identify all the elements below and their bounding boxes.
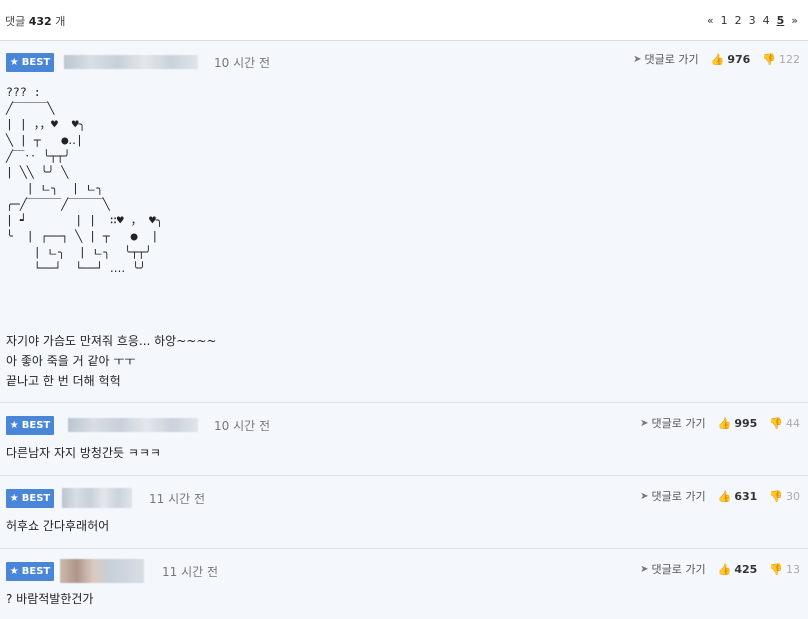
comment-line: 아 좋아 죽을 거 같아 ㅜㅜ: [6, 354, 136, 368]
ascii-art: ??? : ╱￣￣￣╲ | | ，，♥ ♥╮ ╲ | ┬ ●‥| ╱￣‥ ╰┬┬…: [6, 85, 163, 275]
reply-link[interactable]: ➤ 댓글로 가기: [633, 51, 699, 67]
reply-label: 댓글로 가기: [651, 417, 706, 430]
comment-actions: ➤ 댓글로 가기 👍 425 👎 13: [640, 561, 800, 577]
upvote-count: 976: [727, 52, 751, 66]
star-icon: ★: [9, 566, 19, 577]
best-badge-label: BEST: [21, 493, 51, 504]
thumbs-up-icon: 👍: [717, 562, 732, 576]
comment-time: 10 시간 전: [214, 56, 271, 70]
comment-item: ★ BEST 10 시간 전 ➤ 댓글로 가기 👍 976 👎 122 ??? …: [0, 41, 808, 403]
best-badge: ★ BEST: [6, 416, 54, 435]
downvote-count: 122: [779, 52, 800, 66]
upvote-count: 631: [734, 489, 758, 503]
thumbs-up-icon: 👍: [717, 489, 732, 503]
reply-link[interactable]: ➤ 댓글로 가기: [640, 415, 706, 431]
best-badge-label: BEST: [21, 566, 51, 577]
comment-count-unit: 개: [55, 15, 66, 28]
reply-link[interactable]: ➤ 댓글로 가기: [640, 488, 706, 504]
best-badge: ★ BEST: [6, 562, 54, 581]
avatar[interactable]: [60, 559, 144, 583]
comment-line: 허후쇼 간다후래허어: [6, 519, 110, 533]
comment-line: 자기야 가슴도 만져줘 흐응... 하앙~~~~: [6, 334, 217, 348]
best-badge-label: BEST: [21, 57, 51, 68]
comment-line: 다른남자 자지 방청간듯 ㅋㅋㅋ: [6, 446, 161, 460]
star-icon: ★: [9, 57, 19, 68]
thumbs-up-icon: 👍: [717, 416, 732, 430]
downvote-button[interactable]: 👎 30: [769, 490, 800, 503]
upvote-count: 995: [734, 416, 758, 430]
comment-line: 끝나고 한 번 더해 헉헉: [6, 374, 121, 388]
comment-count-label: 댓글: [5, 15, 26, 28]
downvote-count: 13: [786, 562, 800, 576]
best-badge-label: BEST: [21, 420, 51, 431]
star-icon: ★: [9, 420, 19, 431]
star-icon: ★: [9, 493, 19, 504]
pagination-page-2[interactable]: 2: [735, 14, 742, 27]
downvote-count: 44: [786, 416, 800, 430]
pagination-page-5[interactable]: 5: [777, 14, 785, 27]
comment-actions: ➤ 댓글로 가기 👍 995 👎 44: [640, 415, 800, 431]
upvote-button[interactable]: 👍 976: [711, 53, 751, 66]
pagination-next[interactable]: »: [791, 14, 798, 27]
comment-line: ? 바람적발한건가: [6, 592, 94, 606]
thumbs-down-icon: 👎: [769, 562, 783, 576]
best-badge: ★ BEST: [6, 489, 54, 508]
comment-count: 댓글 432 개: [5, 13, 65, 29]
thumbs-up-icon: 👍: [710, 52, 725, 66]
downvote-button[interactable]: 👎 44: [769, 417, 800, 430]
pagination: « 1 2 3 4 5 »: [707, 14, 798, 27]
upvote-button[interactable]: 👍 995: [718, 417, 758, 430]
avatar[interactable]: [64, 55, 198, 69]
comments-header: 댓글 432 개 « 1 2 3 4 5 »: [0, 0, 808, 41]
comment-actions: ➤ 댓글로 가기 👍 976 👎 122: [633, 51, 800, 67]
reply-label: 댓글로 가기: [651, 563, 706, 576]
comment-item: ★ BEST 10 시간 전 ➤ 댓글로 가기 👍 995 👎 44 다른남자 …: [0, 403, 808, 476]
upvote-button[interactable]: 👍 631: [718, 490, 758, 503]
pagination-page-3[interactable]: 3: [749, 14, 756, 27]
downvote-button[interactable]: 👎 122: [762, 53, 800, 66]
reply-label: 댓글로 가기: [651, 490, 706, 503]
downvote-button[interactable]: 👎 13: [769, 563, 800, 576]
send-arrow-icon: ➤: [640, 563, 649, 575]
downvote-count: 30: [786, 489, 800, 503]
comment-item: ★ BEST 11 시간 전 ➤ 댓글로 가기 👍 425 👎 13 ? 바람적…: [0, 549, 808, 619]
comment-time: 11 시간 전: [149, 492, 206, 506]
comment-time: 11 시간 전: [162, 565, 219, 579]
upvote-count: 425: [734, 562, 758, 576]
best-badge: ★ BEST: [6, 53, 54, 72]
comment-actions: ➤ 댓글로 가기 👍 631 👎 30: [640, 488, 800, 504]
reply-label: 댓글로 가기: [644, 53, 699, 66]
send-arrow-icon: ➤: [640, 417, 649, 429]
pagination-page-4[interactable]: 4: [763, 14, 770, 27]
comment-count-value: 432: [28, 15, 52, 28]
reply-link[interactable]: ➤ 댓글로 가기: [640, 561, 706, 577]
send-arrow-icon: ➤: [640, 490, 649, 502]
upvote-button[interactable]: 👍 425: [718, 563, 758, 576]
comment-time: 10 시간 전: [214, 419, 271, 433]
thumbs-down-icon: 👎: [762, 52, 776, 66]
comment-item: ★ BEST 11 시간 전 ➤ 댓글로 가기 👍 631 👎 30 허후쇼 간…: [0, 476, 808, 549]
send-arrow-icon: ➤: [633, 53, 642, 65]
thumbs-down-icon: 👎: [769, 489, 783, 503]
avatar[interactable]: [68, 418, 198, 432]
thumbs-down-icon: 👎: [769, 416, 783, 430]
avatar[interactable]: [62, 488, 132, 508]
pagination-page-1[interactable]: 1: [721, 14, 728, 27]
pagination-prev[interactable]: «: [707, 14, 714, 27]
